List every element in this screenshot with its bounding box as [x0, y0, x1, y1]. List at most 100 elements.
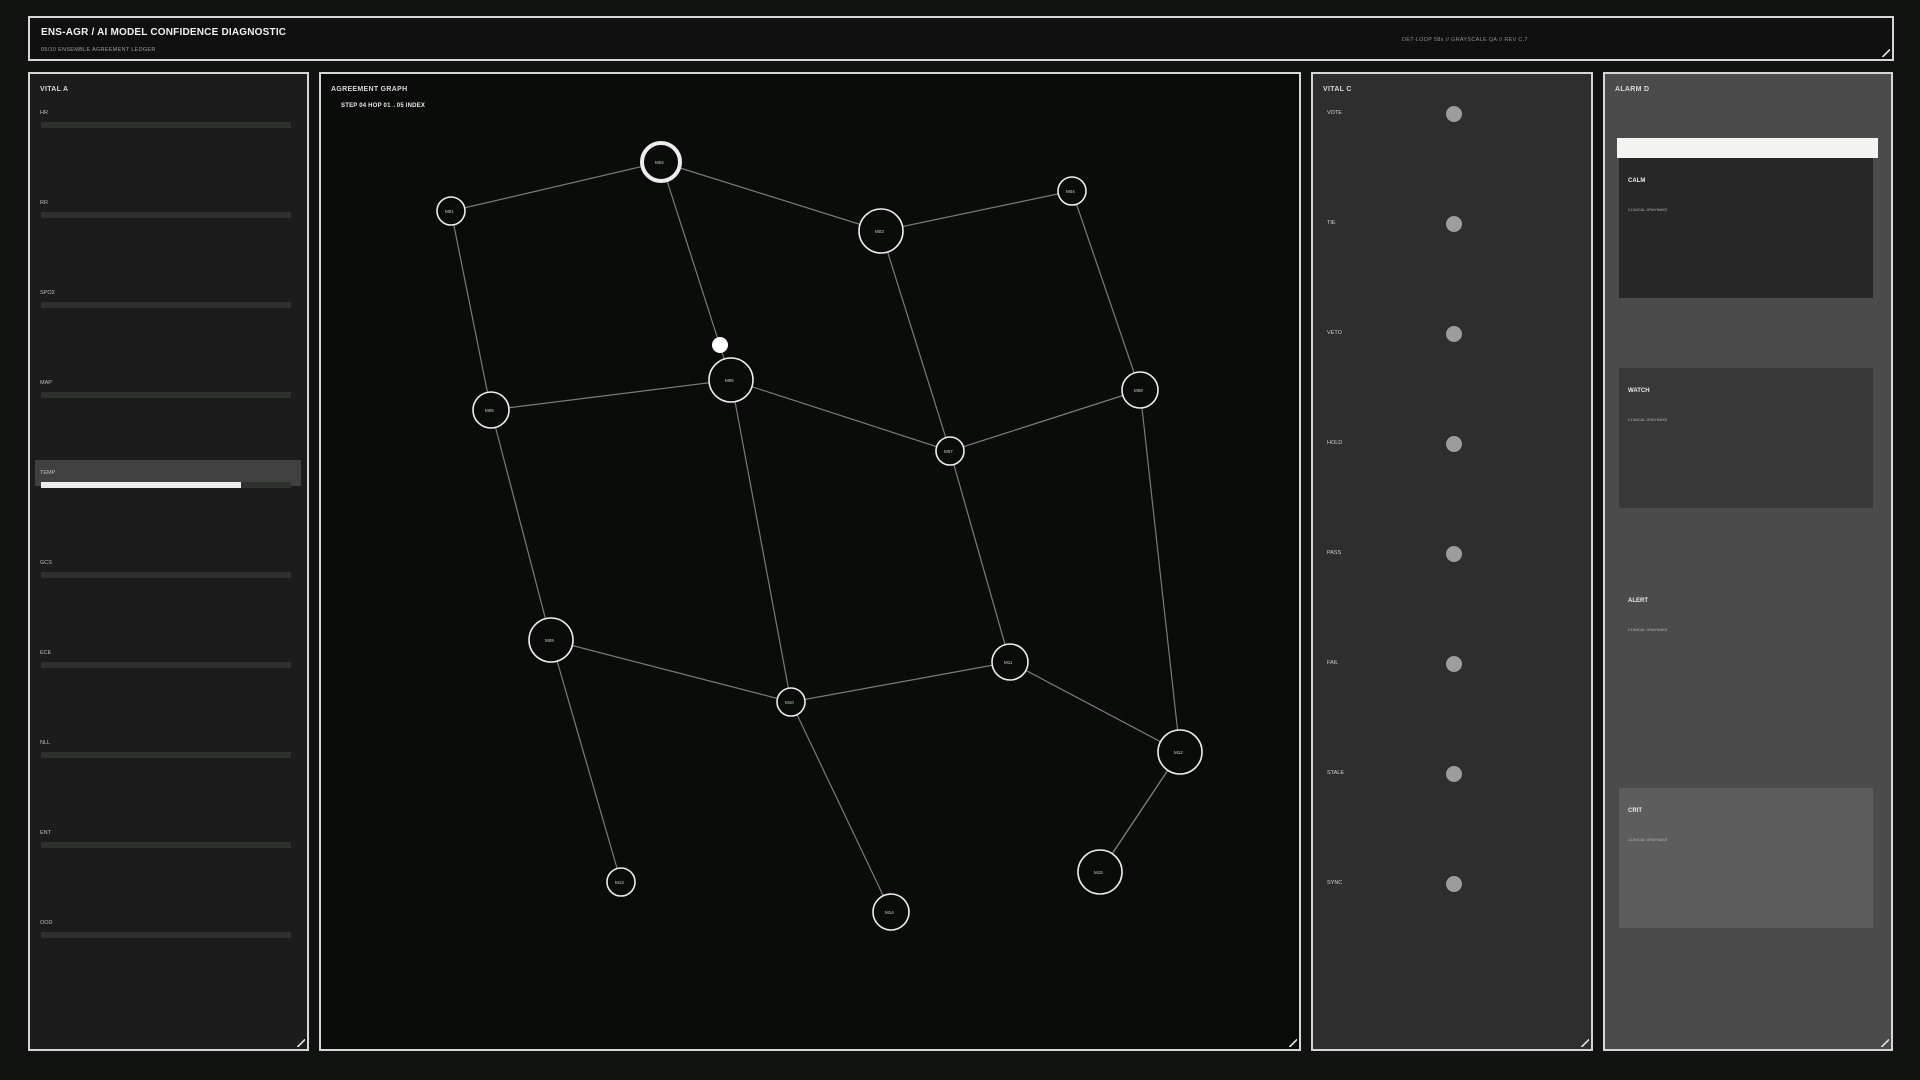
node-label: M03: [875, 229, 884, 234]
vital-a-row-rr[interactable]: RR: [30, 200, 307, 290]
graph-node-m04[interactable]: M04: [1057, 176, 1087, 206]
traversal-token: [712, 337, 728, 353]
vital-c-panel: VITAL C VOTE TIE VETO HOLD PASS FAIL STALE SYNC: [1311, 72, 1593, 1051]
vital-a-row-hr[interactable]: HR: [30, 110, 307, 200]
status-dot: [1446, 766, 1462, 782]
graph-node-m07[interactable]: M07: [935, 436, 965, 466]
vital-a-label: GCS: [40, 560, 52, 566]
graph-node-m06[interactable]: M06: [708, 357, 754, 403]
alarm-d-panel: ALARM D CALM CLINICAL GRAYMAKE WATCH CLINIC…: [1603, 72, 1893, 1051]
panel-title: ALARM D: [1615, 86, 1650, 93]
vital-a-track: [41, 932, 291, 938]
app-meta: DET-LOOP 58s // GRAYSCALE QA // REV C.7: [1402, 37, 1528, 43]
vital-c-label: FAIL: [1327, 660, 1339, 666]
vital-a-track: [41, 122, 291, 128]
graph-canvas[interactable]: M01 M02 M03 M04 M05 M06 M07 M08 M09 M10 M11 M12 M13 M…: [321, 74, 1299, 1049]
alarm-card-alert[interactable]: ALERT CLINICAL GRAYMAKE: [1619, 578, 1873, 718]
vital-c-row-veto[interactable]: VETO: [1313, 324, 1591, 344]
vital-a-label: RR: [40, 200, 48, 206]
vital-c-label: STALE: [1327, 770, 1345, 776]
graph-edge: [1139, 389, 1181, 753]
graph-edge: [880, 230, 951, 452]
graph-node-m01[interactable]: M01: [436, 196, 466, 226]
vital-c-label: TIE: [1327, 220, 1336, 226]
vital-a-row-nll[interactable]: NLL: [30, 740, 307, 830]
vital-a-row-temp[interactable]: TEMP: [30, 460, 307, 560]
vital-c-row-vote[interactable]: VOTE: [1313, 104, 1591, 124]
corner-marker: [1581, 1039, 1589, 1047]
graph-edge: [1071, 190, 1141, 391]
node-label: M08: [1134, 388, 1143, 393]
graph-edge: [730, 379, 792, 703]
graph-edge: [1009, 661, 1181, 753]
alarm-level-subtext: CLINICAL GRAYMAKE: [1628, 838, 1668, 842]
status-dot: [1446, 876, 1462, 892]
graph-node-m09[interactable]: M09: [528, 617, 574, 663]
vital-a-label: SPO2: [40, 290, 55, 296]
vital-a-label: TEMP: [40, 470, 56, 476]
graph-node-m15[interactable]: M15: [1077, 849, 1123, 895]
graph-node-m05[interactable]: M05: [472, 391, 510, 429]
graph-node-m14[interactable]: M14: [872, 893, 910, 931]
alarm-level-label: ALERT: [1628, 598, 1648, 604]
vital-a-row-spo2[interactable]: SPO2: [30, 290, 307, 380]
vital-a-track: [41, 842, 291, 848]
graph-edge: [550, 639, 792, 703]
graph-node-m03[interactable]: M03: [858, 208, 904, 254]
panel-title: VITAL C: [1323, 86, 1352, 93]
vital-a-label: NLL: [40, 740, 51, 746]
graph-node-m11[interactable]: M11: [991, 643, 1029, 681]
vital-a-row-ood[interactable]: OOD: [30, 920, 307, 1010]
vital-c-row-stale[interactable]: STALE: [1313, 764, 1591, 784]
vital-a-row-ent[interactable]: ENT: [30, 830, 307, 920]
corner-marker: [1881, 1039, 1889, 1047]
vital-a-fill: [41, 482, 241, 488]
alarm-level-subtext: CLINICAL GRAYMAKE: [1628, 628, 1668, 632]
vital-a-row-gcs[interactable]: GCS: [30, 560, 307, 650]
vital-a-track: [41, 212, 291, 218]
alarm-card-calm[interactable]: CALM CLINICAL GRAYMAKE: [1619, 158, 1873, 298]
vital-a-track: [41, 662, 291, 668]
graph-edge: [949, 389, 1141, 452]
graph-node-m13[interactable]: M13: [606, 867, 636, 897]
graph-node-m02[interactable]: M02: [640, 141, 682, 183]
node-label: M15: [1094, 870, 1103, 875]
vital-a-row-map[interactable]: MAP: [30, 380, 307, 470]
graph-edge: [880, 190, 1073, 232]
vital-c-row-sync[interactable]: SYNC: [1313, 874, 1591, 894]
vital-a-track: [41, 752, 291, 758]
node-label: M11: [1004, 660, 1013, 665]
vital-c-label: VOTE: [1327, 110, 1342, 116]
vital-c-label: SYNC: [1327, 880, 1343, 886]
vital-c-row-tie[interactable]: TIE: [1313, 214, 1591, 234]
app-title: ENS-AGR / AI MODEL CONFIDENCE DIAGNOSTIC: [41, 27, 287, 38]
vital-a-panel: VITAL A HR RR SPO2 MAP TEMP GCS ECE NLL ENT OOD: [28, 72, 309, 1051]
node-label: M13: [615, 880, 624, 885]
alarm-card-crit[interactable]: CRIT CLINICAL GRAYMAKE: [1619, 788, 1873, 928]
alarm-card-watch[interactable]: WATCH CLINICAL GRAYMAKE: [1619, 368, 1873, 508]
graph-node-m08[interactable]: M08: [1121, 371, 1159, 409]
status-dot: [1446, 546, 1462, 562]
graph-node-m12[interactable]: M12: [1157, 729, 1203, 775]
vital-c-row-pass[interactable]: PASS: [1313, 544, 1591, 564]
graph-edge: [790, 661, 1011, 703]
vital-c-label: PASS: [1327, 550, 1342, 556]
corner-marker: [1882, 49, 1890, 57]
status-dot: [1446, 106, 1462, 122]
node-label: M01: [445, 209, 454, 214]
graph-node-m10[interactable]: M10: [776, 687, 806, 717]
graph-edge: [550, 639, 622, 883]
status-dot: [1446, 216, 1462, 232]
graph-edge: [790, 701, 892, 913]
node-label: M04: [1066, 189, 1075, 194]
graph-edge: [660, 161, 882, 232]
vital-a-row-ece[interactable]: ECE: [30, 650, 307, 740]
header-bar: ENS-AGR / AI MODEL CONFIDENCE DIAGNOSTIC…: [28, 16, 1894, 61]
corner-marker: [297, 1039, 305, 1047]
app-subtitle: 05/10 ENSEMBLE AGREEMENT LEDGER: [41, 47, 156, 53]
vital-c-row-fail[interactable]: FAIL: [1313, 654, 1591, 674]
vital-c-row-hold[interactable]: HOLD: [1313, 434, 1591, 454]
graph-edge: [490, 409, 552, 641]
vital-a-label: MAP: [40, 380, 52, 386]
vital-a-label: ENT: [40, 830, 51, 836]
